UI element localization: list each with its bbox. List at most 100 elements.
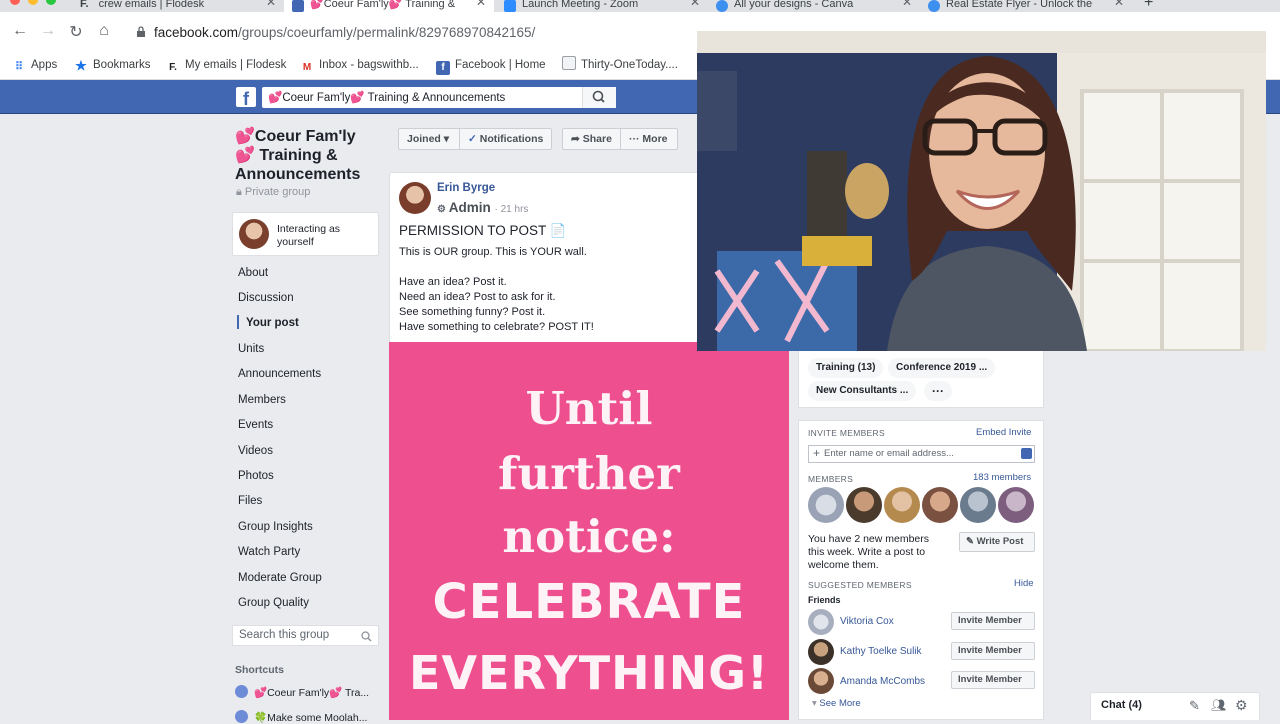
home-icon[interactable]: ⌂ — [94, 22, 114, 40]
close-tab-icon[interactable]: ✕ — [1114, 0, 1124, 8]
topic-chip[interactable]: Conference 2019 ... — [888, 358, 996, 378]
browser-tab-flodesk[interactable]: F. crew emails | Flodesk ✕ — [80, 0, 276, 12]
url-bar[interactable]: facebook.com/groups/coeurfamly/permalink… — [154, 25, 535, 40]
facebook-logo-icon[interactable]: f — [236, 87, 256, 107]
bookmark-apps[interactable]: ⠿ Apps — [12, 56, 57, 74]
nav-item-watch-party[interactable]: Watch Party — [238, 544, 300, 560]
bookmark-facebook[interactable]: f Facebook | Home — [436, 56, 546, 75]
member-avatar[interactable] — [960, 487, 996, 523]
close-window-icon[interactable] — [10, 0, 20, 5]
member-avatar[interactable] — [998, 487, 1034, 523]
suggested-name[interactable]: Viktoria Cox — [840, 616, 894, 627]
shortcut-item[interactable]: 🍀Make some Moolah... — [235, 710, 367, 724]
post-image[interactable]: Until further notice: CELEBRATE EVERYTHI… — [389, 342, 789, 720]
nav-item-discussion[interactable]: Discussion — [238, 290, 294, 306]
invite-heading: INVITE MEMBERS — [808, 428, 885, 438]
nav-item-photos[interactable]: Photos — [238, 468, 274, 484]
nav-item-units[interactable]: Units — [238, 341, 264, 357]
nav-item-videos[interactable]: Videos — [238, 443, 273, 459]
browser-tab-zoom[interactable]: Launch Meeting - Zoom ✕ — [504, 0, 700, 12]
suggested-avatar[interactable] — [808, 668, 834, 694]
suggested-name[interactable]: Kathy Toelke Sulik — [840, 646, 922, 657]
nav-item-group-quality[interactable]: Group Quality — [238, 595, 309, 611]
nav-item-files[interactable]: Files — [238, 493, 262, 509]
suggested-avatar[interactable] — [808, 609, 834, 635]
post-line: Have something to celebrate? POST IT! — [399, 321, 594, 333]
hide-link[interactable]: Hide — [1014, 578, 1034, 589]
joined-button[interactable]: Joined ▾ — [398, 128, 460, 150]
share-button[interactable]: ➦ Share — [562, 128, 621, 150]
chat-bar[interactable]: Chat (4) ✎ 👥︎ ⚙ — [1090, 692, 1260, 720]
member-avatar[interactable] — [846, 487, 882, 523]
bookmark-gmail[interactable]: M Inbox - bagswithb... — [300, 56, 419, 75]
back-arrow-icon[interactable]: ← — [10, 22, 30, 40]
notifications-button[interactable]: ✓ Notifications — [459, 128, 552, 150]
more-button[interactable]: ··· More — [620, 128, 678, 150]
post-line: See something funny? Post it. — [399, 306, 546, 318]
nav-item-members[interactable]: Members — [238, 392, 286, 408]
nav-item-moderate-group[interactable]: Moderate Group — [238, 570, 322, 586]
see-more-link[interactable]: ▾ See More — [812, 698, 861, 709]
facebook-search-input[interactable]: 💕Coeur Fam'ly💕 Training & Announcements — [262, 87, 616, 108]
shortcut-item[interactable]: 💕Coeur Fam'ly💕 Tra... — [235, 685, 369, 699]
bookmark-label: Facebook | Home — [455, 59, 546, 71]
browser-tab-facebook[interactable]: 💕Coeur Fam'ly💕 Training & ✕ — [284, 0, 494, 12]
reload-icon[interactable]: ↻ — [66, 22, 86, 42]
member-avatar[interactable] — [922, 487, 958, 523]
browser-tab-canva-flyer[interactable]: Real Estate Flyer - Unlock the ✕ — [928, 0, 1124, 12]
write-post-button[interactable]: ✎ Write Post — [959, 532, 1035, 552]
members-heading: MEMBERS — [808, 474, 854, 484]
nav-item-about[interactable]: About — [238, 265, 268, 281]
new-tab-button[interactable]: + — [1144, 0, 1160, 12]
topic-chip[interactable]: New Consultants ... — [808, 381, 917, 401]
invite-member-button[interactable]: Invite Member — [951, 642, 1035, 660]
close-tab-icon[interactable]: ✕ — [690, 0, 700, 8]
post-meta: ⚙ Admin · 21 hrs — [437, 200, 528, 215]
group-search-input[interactable]: Search this group — [232, 625, 379, 646]
suggested-avatar[interactable] — [808, 639, 834, 665]
joined-label: Joined — [407, 133, 441, 145]
member-avatar[interactable] — [884, 487, 920, 523]
document-icon — [562, 56, 576, 70]
gear-icon[interactable]: ⚙ — [1235, 697, 1248, 714]
embed-invite-link[interactable]: Embed Invite — [976, 427, 1031, 438]
nav-item-group-insights[interactable]: Group Insights — [238, 519, 313, 535]
post-author[interactable]: Erin Byrge — [437, 182, 495, 194]
maximize-window-icon[interactable] — [46, 0, 56, 5]
close-tab-icon[interactable]: ✕ — [476, 0, 486, 8]
members-count-link[interactable]: 183 members — [973, 472, 1031, 483]
suggested-name[interactable]: Amanda McCombs — [840, 676, 925, 687]
invite-placeholder: Enter name or email address... — [824, 448, 954, 459]
people-icon[interactable]: 👥︎ — [1211, 698, 1226, 712]
nav-item-announcements[interactable]: Announcements — [238, 366, 321, 382]
browser-tab-canva[interactable]: All your designs - Canva ✕ — [716, 0, 912, 12]
image-text: EVERYTHING! — [409, 646, 769, 700]
nav-item-events[interactable]: Events — [238, 417, 273, 433]
close-tab-icon[interactable]: ✕ — [902, 0, 912, 8]
invite-member-button[interactable]: Invite Member — [951, 612, 1035, 630]
author-avatar[interactable] — [399, 182, 431, 214]
shortcut-label: 💕Coeur Fam'ly💕 Tra... — [254, 687, 370, 699]
compose-icon[interactable]: ✎ — [1189, 698, 1200, 714]
image-text: Until — [525, 382, 653, 435]
bookmark-thirty-one[interactable]: Thirty-OneToday.... — [562, 56, 678, 74]
invite-member-input[interactable]: + Enter name or email address... — [808, 445, 1035, 463]
bookmark-flodesk[interactable]: F. My emails | Flodesk — [166, 56, 286, 75]
nav-item-your-post[interactable]: Your post — [246, 315, 299, 331]
contacts-icon[interactable] — [1021, 448, 1032, 459]
bookmark-bookmarks[interactable]: ★ Bookmarks — [74, 56, 150, 74]
interacting-as-selector[interactable]: Interacting as yourself — [232, 212, 379, 256]
invite-member-button[interactable]: Invite Member — [951, 671, 1035, 689]
minimize-window-icon[interactable] — [28, 0, 38, 5]
topic-chip[interactable]: Training (13) — [808, 358, 884, 378]
tab-title: 💕Coeur Fam'ly💕 Training & — [310, 0, 456, 10]
close-tab-icon[interactable]: ✕ — [266, 0, 276, 8]
group-privacy: 🔒︎ Private group — [236, 186, 310, 199]
more-topics-button[interactable]: ··· — [924, 381, 952, 401]
forward-arrow-icon[interactable]: → — [38, 22, 58, 40]
group-name[interactable]: 💕Coeur Fam'ly💕 Training & Announcements — [235, 127, 375, 184]
member-avatar[interactable] — [808, 487, 844, 523]
search-button[interactable] — [582, 87, 616, 108]
post-time[interactable]: · 21 hrs — [495, 204, 529, 215]
apps-grid-icon: ⠿ — [14, 61, 24, 73]
